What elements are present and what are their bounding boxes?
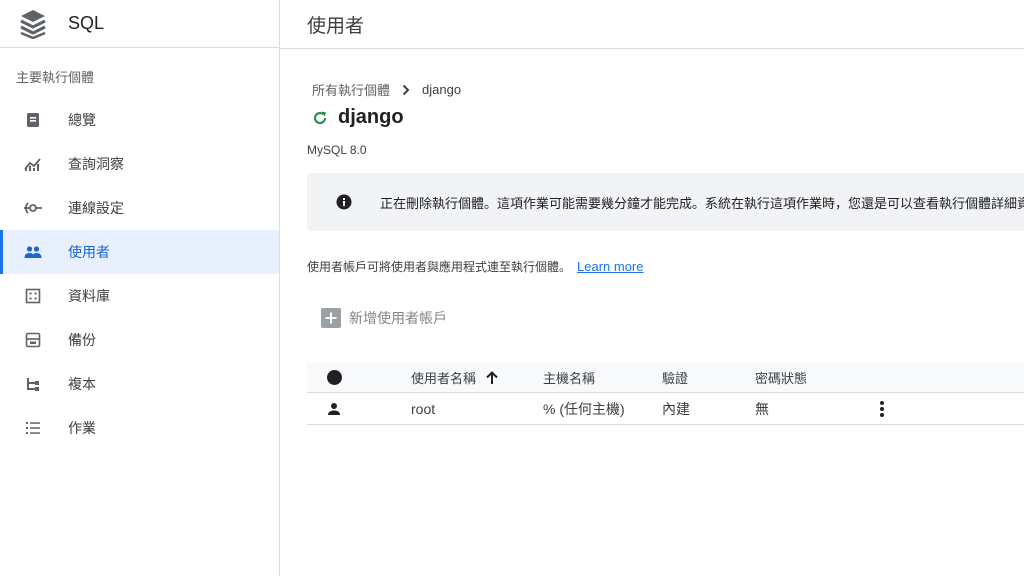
sidebar-item-label: 連線設定	[68, 200, 124, 216]
sidebar-item-label: 使用者	[68, 244, 110, 260]
column-header-user-name[interactable]: 使用者名稱	[411, 363, 498, 392]
backups-icon	[23, 330, 43, 350]
add-icon	[321, 308, 341, 328]
more-vert-icon[interactable]	[879, 393, 885, 424]
sidebar-item-users[interactable]: 使用者	[0, 230, 279, 274]
column-header-auth[interactable]: 驗證	[662, 363, 688, 392]
cell-user-name: root	[411, 400, 436, 417]
column-header-password-status[interactable]: 密碼狀態	[755, 363, 807, 392]
users-table: 使用者名稱 主機名稱 驗證 密碼狀態 root % (任何主機) 內建 無	[307, 363, 1024, 425]
sidebar-item-label: 作業	[68, 420, 96, 436]
page-header: 使用者	[280, 0, 1024, 49]
connections-icon	[23, 198, 43, 218]
column-header-host-name[interactable]: 主機名稱	[543, 363, 595, 392]
sidebar-item-label: 備份	[68, 332, 96, 348]
sidebar-item-label: 總覽	[68, 112, 96, 128]
sidebar-item-query-insights[interactable]: 查詢洞察	[0, 142, 279, 186]
sidebar-item-label: 資料庫	[68, 288, 110, 304]
sidebar-item-label: 查詢洞察	[68, 156, 124, 172]
cell-password-status: 無	[755, 400, 769, 417]
replicas-icon	[23, 374, 43, 394]
database-version: MySQL 8.0	[307, 143, 367, 157]
description-text: 使用者帳戶可將使用者與應用程式連至執行個體。	[307, 260, 572, 274]
brand-header: SQL	[0, 0, 279, 48]
sidebar-item-connections[interactable]: 連線設定	[0, 186, 279, 230]
overview-icon	[23, 110, 43, 130]
table-header-row: 使用者名稱 主機名稱 驗證 密碼狀態	[307, 363, 1024, 393]
status-dot-icon	[327, 370, 342, 385]
users-icon	[23, 242, 43, 262]
sidebar: SQL 主要執行個體 總覽 查詢洞察 連線設定 使用者 資料庫 備份 複本 作業	[0, 0, 280, 576]
main-panel: 使用者 所有執行個體 django django MySQL 8.0 正在刪除執…	[280, 0, 1024, 576]
breadcrumb-current: django	[422, 82, 462, 97]
add-user-account-label: 新增使用者帳戶	[349, 310, 447, 326]
refresh-status-icon	[311, 109, 329, 127]
sidebar-item-overview[interactable]: 總覽	[0, 98, 279, 142]
info-banner: 正在刪除執行個體。這項作業可能需要幾分鐘才能完成。系統在執行這項作業時，您還是可…	[307, 173, 1024, 231]
cell-host-name: % (任何主機)	[543, 400, 625, 417]
info-icon	[336, 193, 352, 211]
banner-message: 正在刪除執行個體。這項作業可能需要幾分鐘才能完成。系統在執行這項作業時，您還是可…	[380, 195, 1024, 211]
operations-icon	[23, 418, 43, 438]
sidebar-nav: 總覽 查詢洞察 連線設定 使用者 資料庫 備份 複本 作業	[0, 98, 279, 450]
arrow-up-icon	[486, 370, 498, 385]
sidebar-item-backups[interactable]: 備份	[0, 318, 279, 362]
sidebar-item-operations[interactable]: 作業	[0, 406, 279, 450]
product-title[interactable]: SQL	[68, 13, 104, 34]
person-icon	[327, 393, 341, 424]
sql-stack-icon[interactable]	[19, 7, 47, 41]
learn-more-link[interactable]: Learn more	[577, 259, 643, 274]
select-all-indicator	[327, 363, 342, 392]
breadcrumb-all-instances-link[interactable]: 所有執行個體	[312, 80, 390, 99]
instance-name: django	[338, 106, 404, 128]
sidebar-item-databases[interactable]: 資料庫	[0, 274, 279, 318]
column-header-label: 使用者名稱	[411, 371, 477, 386]
chevron-right-icon	[402, 84, 410, 96]
instance-title-row: django	[311, 106, 404, 129]
users-description: 使用者帳戶可將使用者與應用程式連至執行個體。 Learn more	[307, 258, 644, 275]
databases-icon	[23, 286, 43, 306]
breadcrumb: 所有執行個體 django	[312, 80, 461, 99]
sidebar-item-label: 複本	[68, 376, 96, 392]
query-insights-icon	[23, 154, 43, 174]
cell-auth: 內建	[662, 400, 690, 417]
sidebar-item-replicas[interactable]: 複本	[0, 362, 279, 406]
sidebar-section-title: 主要執行個體	[16, 70, 95, 85]
add-user-account-button[interactable]: 新增使用者帳戶	[321, 307, 447, 329]
page-title: 使用者	[307, 15, 365, 37]
table-row: root % (任何主機) 內建 無	[307, 393, 1024, 425]
